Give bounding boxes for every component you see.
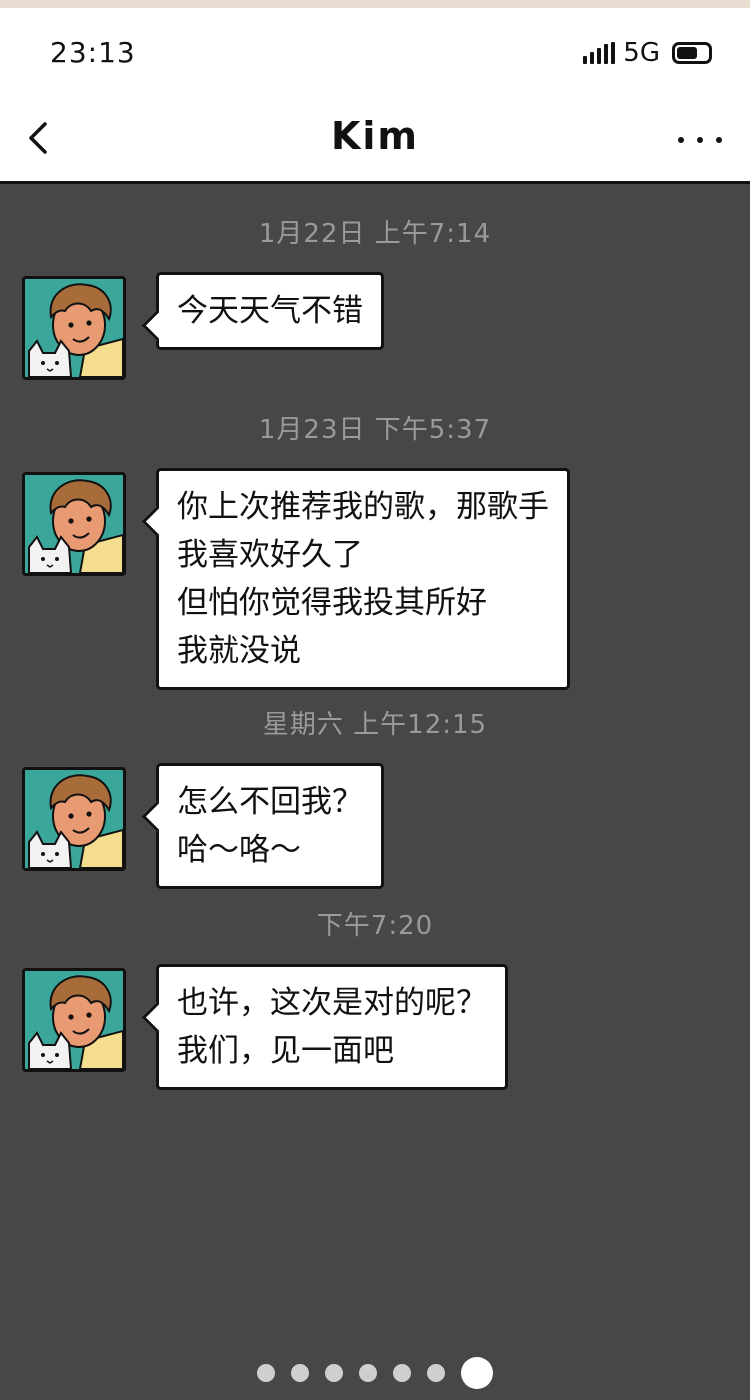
avatar[interactable] <box>22 276 126 380</box>
more-dot-icon <box>716 137 722 143</box>
page-dot[interactable] <box>393 1364 411 1382</box>
network-label: 5G <box>623 38 660 68</box>
avatar-illustration <box>25 475 123 573</box>
message-bubble[interactable]: 今天天气不错 <box>156 272 384 350</box>
avatar[interactable] <box>22 968 126 1072</box>
message-bubble[interactable]: 怎么不回我？ 哈～咯～ <box>156 763 384 889</box>
more-dot-icon <box>697 137 703 143</box>
message-timestamp: 1月23日 下午5:37 <box>258 415 492 445</box>
page-dot[interactable] <box>359 1364 377 1382</box>
chat-header: Kim <box>0 100 750 184</box>
more-dot-icon <box>678 137 684 143</box>
avatar-illustration <box>25 971 123 1069</box>
page-indicator <box>0 1356 750 1390</box>
avatar-illustration <box>25 279 123 377</box>
avatar[interactable] <box>22 472 126 576</box>
signal-icon <box>583 42 616 64</box>
message-timestamp: 1月22日 上午7:14 <box>258 219 492 249</box>
page-dot[interactable] <box>325 1364 343 1382</box>
page-dot[interactable] <box>257 1364 275 1382</box>
page-dot[interactable] <box>291 1364 309 1382</box>
top-strip <box>0 0 750 8</box>
status-bar: 23:13 5G <box>0 8 750 100</box>
message-timestamp: 下午7:20 <box>316 911 434 941</box>
contact-name: Kim <box>330 114 420 158</box>
more-options-button[interactable] <box>678 128 722 152</box>
page-dot-active[interactable] <box>461 1357 493 1389</box>
status-time: 23:13 <box>50 36 136 69</box>
message-bubble[interactable]: 也许，这次是对的呢？ 我们，见一面吧 <box>156 964 508 1090</box>
battery-icon <box>672 42 712 64</box>
chat-area[interactable]: 1月22日 上午7:14 今天天气不错 1月23日 下午5:37 你上次推荐我的… <box>0 187 750 1357</box>
page-dot[interactable] <box>427 1364 445 1382</box>
avatar[interactable] <box>22 767 126 871</box>
message-bubble[interactable]: 你上次推荐我的歌，那歌手 我喜欢好久了 但怕你觉得我投其所好 我就没说 <box>156 468 570 690</box>
avatar-illustration <box>25 770 123 868</box>
message-timestamp: 星期六 上午12:15 <box>262 710 488 740</box>
status-indicators: 5G <box>583 38 712 68</box>
